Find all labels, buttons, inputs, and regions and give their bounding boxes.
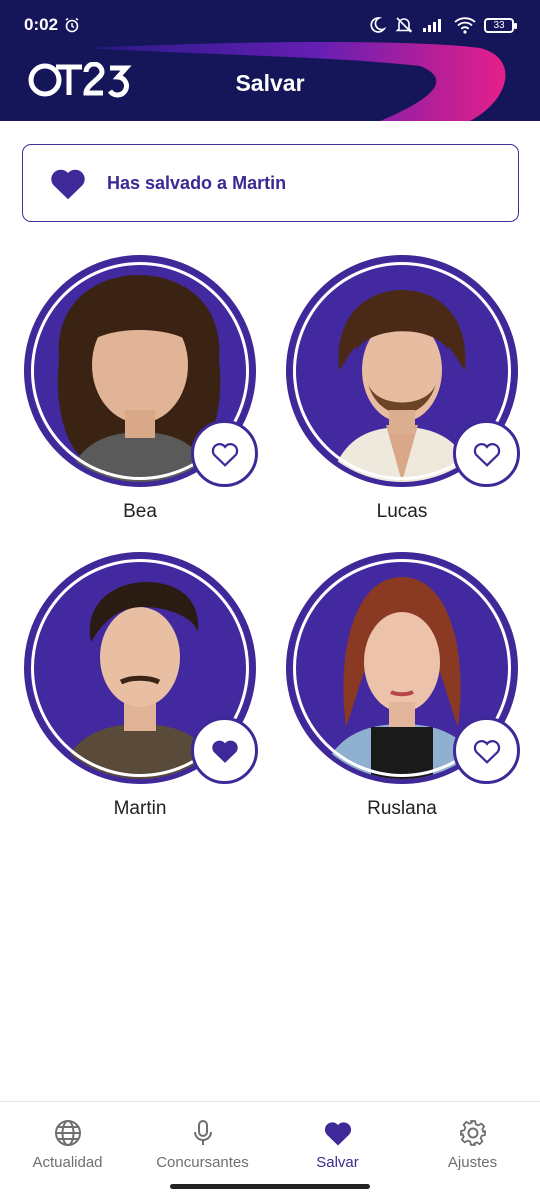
contestant-card-lucas[interactable]: Lucas bbox=[286, 255, 520, 523]
nav-label: Concursantes bbox=[156, 1154, 249, 1171]
app-header: 0:02 33 Salvar bbox=[0, 0, 540, 121]
contestant-name: Martin bbox=[113, 798, 167, 819]
heart-icon bbox=[51, 169, 85, 200]
save-heart-button[interactable] bbox=[453, 420, 520, 487]
save-heart-button-filled[interactable] bbox=[191, 717, 258, 784]
wifi-icon bbox=[454, 17, 476, 34]
nav-item-actualidad[interactable]: Actualidad bbox=[0, 1102, 135, 1200]
saved-notice-text: Has salvado a Martin bbox=[107, 172, 287, 193]
heart-icon bbox=[324, 1122, 351, 1146]
saved-notice: Has salvado a Martin bbox=[22, 144, 519, 222]
status-bar: 0:02 33 bbox=[0, 0, 540, 50]
heart-outline-icon bbox=[473, 442, 500, 467]
save-heart-button[interactable] bbox=[453, 717, 520, 784]
contestant-name: Bea bbox=[123, 501, 157, 522]
mute-bell-icon bbox=[395, 17, 413, 33]
moon-icon bbox=[370, 17, 386, 33]
globe-icon bbox=[54, 1120, 81, 1146]
contestant-name: Lucas bbox=[376, 501, 428, 522]
heart-outline-icon bbox=[473, 739, 500, 764]
contestant-card-ruslana[interactable]: Ruslana bbox=[286, 552, 520, 820]
nav-label: Ajustes bbox=[447, 1154, 498, 1171]
contestant-card-bea[interactable]: Bea bbox=[24, 255, 258, 523]
contestant-name: Ruslana bbox=[367, 798, 437, 819]
contestant-card-martin[interactable]: Martin bbox=[24, 552, 258, 820]
save-heart-button[interactable] bbox=[191, 420, 258, 487]
gear-icon bbox=[459, 1120, 486, 1146]
status-time: 0:02 bbox=[24, 15, 59, 34]
heart-filled-icon bbox=[211, 740, 238, 763]
nav-label: Salvar bbox=[316, 1154, 359, 1171]
battery-indicator: 33 bbox=[484, 17, 517, 33]
microphone-icon bbox=[193, 1120, 212, 1145]
heart-outline-icon bbox=[211, 442, 238, 467]
page-title: Salvar bbox=[235, 70, 305, 96]
alarm-icon bbox=[65, 17, 79, 33]
signal-icon bbox=[423, 19, 441, 32]
nav-item-ajustes[interactable]: Ajustes bbox=[405, 1102, 540, 1200]
home-indicator[interactable] bbox=[170, 1184, 370, 1189]
nav-label: Actualidad bbox=[32, 1154, 103, 1171]
